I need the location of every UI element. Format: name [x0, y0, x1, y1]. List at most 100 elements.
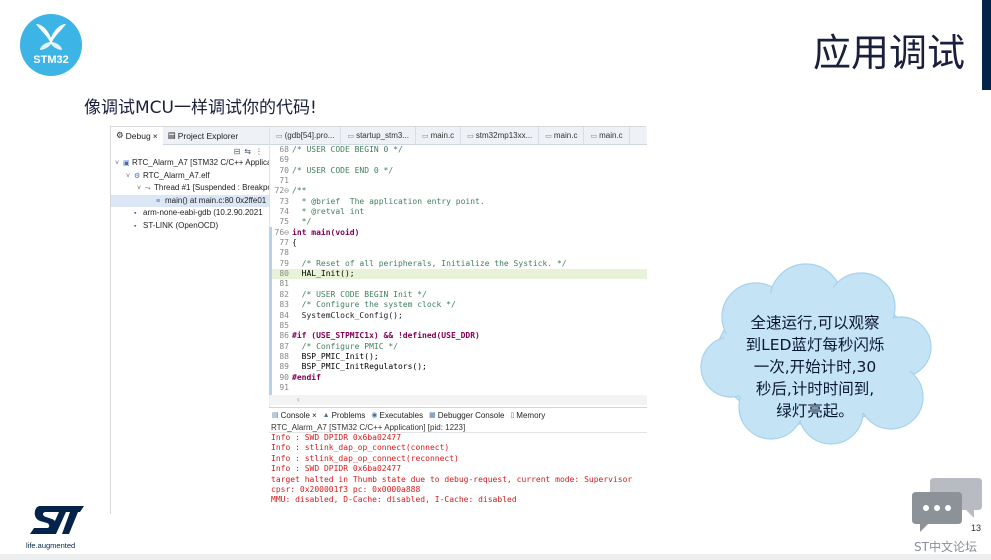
tree-item[interactable]: ▪ ST-LINK (OpenOCD) [111, 220, 269, 233]
tab-label: Memory [516, 410, 546, 420]
line-number: 76⊖ [274, 227, 289, 237]
tree-item-label: arm-none-eabi-gdb (10.2.90.2021 [143, 208, 263, 217]
debug-tree: ˅▣RTC_Alarm_A7 [STM32 C/C++ Application]… [111, 157, 269, 232]
file-icon: ▭ [347, 132, 355, 140]
line-number: 68 [279, 145, 289, 154]
tab-memory[interactable]: ▯ Memory [507, 411, 548, 420]
line-number: 72⊖ [274, 186, 289, 196]
code-text: BSP_PMIC_InitRegulators(); [292, 362, 427, 372]
close-icon[interactable]: × [312, 411, 317, 420]
forum-label: ST中文论坛 [914, 540, 977, 554]
tab-problems[interactable]: ▲ Problems [320, 411, 369, 420]
ide-screenshot: ⚙ Debug × ▤ Project Explorer ⊟ ⇆ ⋮ ˅ ▣ RTC_Al… [110, 126, 647, 515]
tab-project-explorer[interactable]: ▤ Project Explorer [163, 127, 244, 145]
file-icon: ▭ [276, 132, 283, 140]
tree-item-label: main() at main.c:80 0x2ffe01 [165, 195, 267, 205]
line-number: 90 [279, 372, 289, 382]
tree-item[interactable]: ▪ arm-none-eabi-gdb (10.2.90.2021 [111, 207, 269, 220]
code-line: 75 */ [270, 217, 647, 227]
console-line: Info : SWD DPIDR 0x6ba02477 [271, 464, 402, 474]
console-line: MMU: disabled, D-Cache: disabled, I-Cach… [271, 495, 517, 505]
stack-frame-icon: ≡ [156, 197, 161, 205]
console-line: cpsr: 0x200001f3 pc: 0x0000a888 [271, 485, 421, 495]
st-logo [30, 506, 84, 534]
code-text: /* Configure the system clock */ [292, 300, 456, 310]
line-number: 87 [279, 341, 289, 351]
code-line: 68/* USER CODE BEGIN 0 */ [270, 145, 647, 155]
view-menu-icon[interactable]: ⋮ [255, 147, 263, 156]
tab-stm32mp13xx[interactable]: ▭ stm32mp13xx... [461, 127, 540, 144]
console-output: Info : SWD DPIDR 0x6ba02477 Info : stlink… [269, 433, 647, 506]
tree-item[interactable]: ˅▣RTC_Alarm_A7 [STM32 C/C++ Application] [111, 157, 269, 170]
executables-icon: ◉ [371, 412, 378, 419]
close-icon[interactable]: × [153, 131, 158, 141]
change-gutter-bar [269, 227, 272, 402]
callout-line: 秒后,计时时间到, [755, 380, 875, 398]
tab-executables[interactable]: ◉ Executables [368, 411, 426, 420]
tab-gdb-54-pro[interactable]: ▭ (gdb[54].pro... [270, 127, 342, 144]
tab-label: startup_stm3... [356, 131, 409, 140]
code-text: BSP_PMIC_Init(); [292, 351, 379, 361]
project-explorer-icon: ▤ [167, 130, 176, 140]
code-text: #endif [292, 372, 321, 382]
tab-debug[interactable]: ⚙ Debug × [111, 126, 163, 145]
problems-icon: ▲ [322, 411, 330, 419]
console-icon: ▤ [272, 412, 279, 419]
collapse-all-icon[interactable]: ⊟ [234, 147, 241, 156]
chevron-down-icon[interactable]: ˅ [115, 158, 123, 170]
link-icon[interactable]: ⇆ [244, 147, 251, 156]
file-icon: ▭ [590, 132, 598, 140]
accent-bar [982, 0, 991, 90]
code-line: 79 /* Reset of all peripherals, Initiali… [270, 259, 647, 269]
code-area[interactable]: 68/* USER CODE BEGIN 0 */69 70/* USER COD… [270, 145, 647, 393]
code-line: 89 BSP_PMIC_InitRegulators(); [270, 362, 647, 372]
tree-item-label: RTC_Alarm_A7 [STM32 C/C++ Application] [132, 158, 269, 167]
tab-console[interactable]: ▤ Console × [269, 411, 320, 420]
debugger-console-icon: ▦ [429, 412, 436, 419]
code-line: 71 [270, 176, 647, 186]
code-line: 74 * @retval int [270, 207, 647, 217]
line-number: 82 [279, 289, 289, 299]
code-line: 73 * @brief The application entry point. [270, 197, 647, 207]
code-line: 81 [270, 279, 647, 289]
editor-tabbar: ▭ (gdb[54].pro... ▭ startup_stm3... ▭ main.c ▭… [270, 127, 647, 145]
tree-item[interactable]: ≡ main() at main.c:80 0x2ffe01 [111, 194, 269, 207]
line-number: 77 [279, 238, 289, 248]
code-text: /* Configure PMIC */ [292, 341, 398, 351]
tab-debugger-console[interactable]: ▦ Debugger Console [426, 411, 507, 420]
slide-subtitle: 像调试MCU一样调试你的代码! [84, 98, 317, 118]
bottom-strip [0, 554, 991, 560]
chevron-down-icon[interactable]: ˅ [137, 183, 145, 195]
file-icon: ▭ [545, 132, 552, 140]
tree-item[interactable]: ˅ ⚙ RTC_Alarm_A7.elf [111, 170, 269, 183]
tab-startup-stm3[interactable]: ▭ startup_stm3... [341, 127, 416, 144]
line-number: 80 [279, 269, 289, 279]
code-text: /** [292, 186, 307, 196]
line-number: 73 [279, 196, 289, 206]
code-line: 78 [270, 248, 647, 258]
file-icon: ▭ [421, 132, 429, 140]
thread-icon: ⤳ [145, 185, 151, 192]
tab-main-c[interactable]: ▭ main.c [539, 127, 585, 144]
chevron-down-icon[interactable]: ˅ [126, 171, 134, 183]
line-number: 88 [279, 351, 289, 361]
tab-main-c[interactable]: ▭ main.c [416, 127, 462, 144]
line-number: 74 [279, 207, 289, 217]
tree-item[interactable]: ˅⤳Thread #1 [Suspended : Breakpoint] [111, 182, 269, 195]
code-text: /* Reset of all peripherals, Initialize … [292, 258, 567, 268]
line-number: 91 [279, 382, 289, 392]
code-line: 76⊖ int main(void) [270, 228, 647, 238]
code-line: 85 [270, 321, 647, 331]
memory-icon: ▯ [510, 412, 515, 419]
callout-line: 到LED蓝灯每秒闪烁 [745, 336, 885, 354]
code-text: * @retval int [292, 207, 365, 217]
callout-line: 一次,开始计时,30 [753, 358, 877, 376]
tab-label: Problems [331, 410, 366, 420]
line-number: 81 [279, 279, 289, 289]
code-text: /* USER CODE END 0 */ [292, 165, 394, 175]
slide-title: 应用调试 [812, 31, 965, 75]
tab-main-c[interactable]: ▭ main.c [584, 127, 630, 144]
tree-item-label: ST-LINK (OpenOCD) [143, 220, 219, 230]
editor-horizontal-scrollbar[interactable]: ‹ [269, 395, 647, 405]
page-number: 13 [970, 523, 981, 533]
